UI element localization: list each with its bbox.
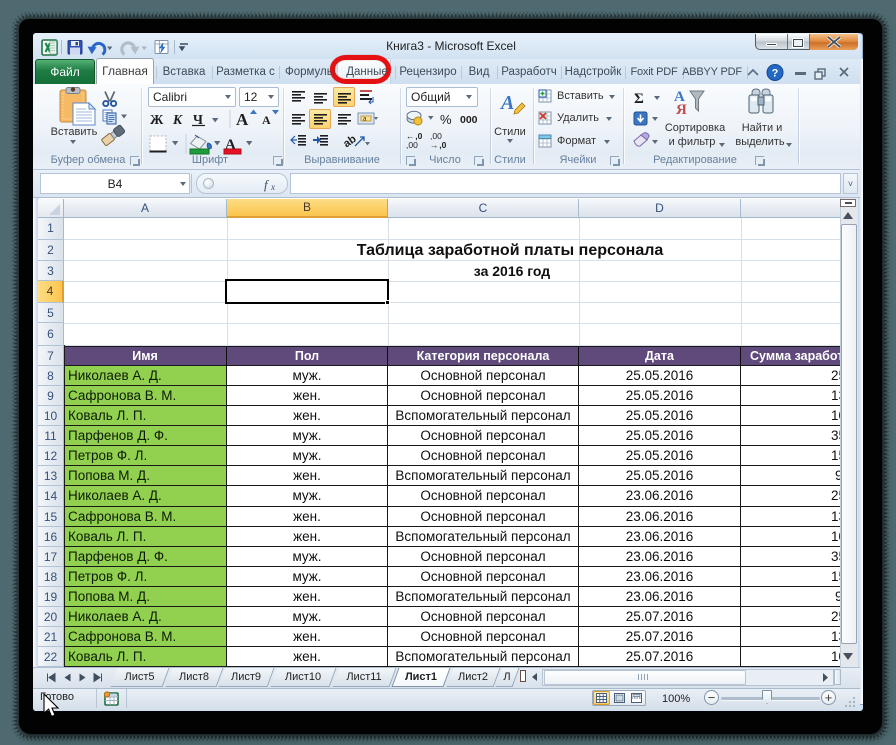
svg-text:Ч: Ч — [193, 112, 203, 127]
svg-text:%: % — [440, 112, 452, 127]
svg-text:А: А — [499, 92, 514, 114]
svg-text:Я: Я — [676, 102, 687, 117]
svg-text:Σ: Σ — [634, 91, 644, 107]
svg-text:ab: ab — [341, 133, 359, 150]
svg-text:→ ,0: → ,0 — [430, 140, 447, 150]
svg-text:f: f — [264, 177, 270, 192]
svg-text:?: ? — [772, 68, 779, 80]
svg-text:000: 000 — [460, 114, 478, 126]
svg-text:Ж: Ж — [150, 112, 164, 127]
svg-text:К: К — [172, 112, 183, 127]
svg-text:А: А — [262, 113, 271, 127]
svg-text:x: x — [270, 182, 275, 192]
svg-text:А: А — [236, 110, 249, 129]
svg-text:,00: ,00 — [406, 140, 418, 150]
